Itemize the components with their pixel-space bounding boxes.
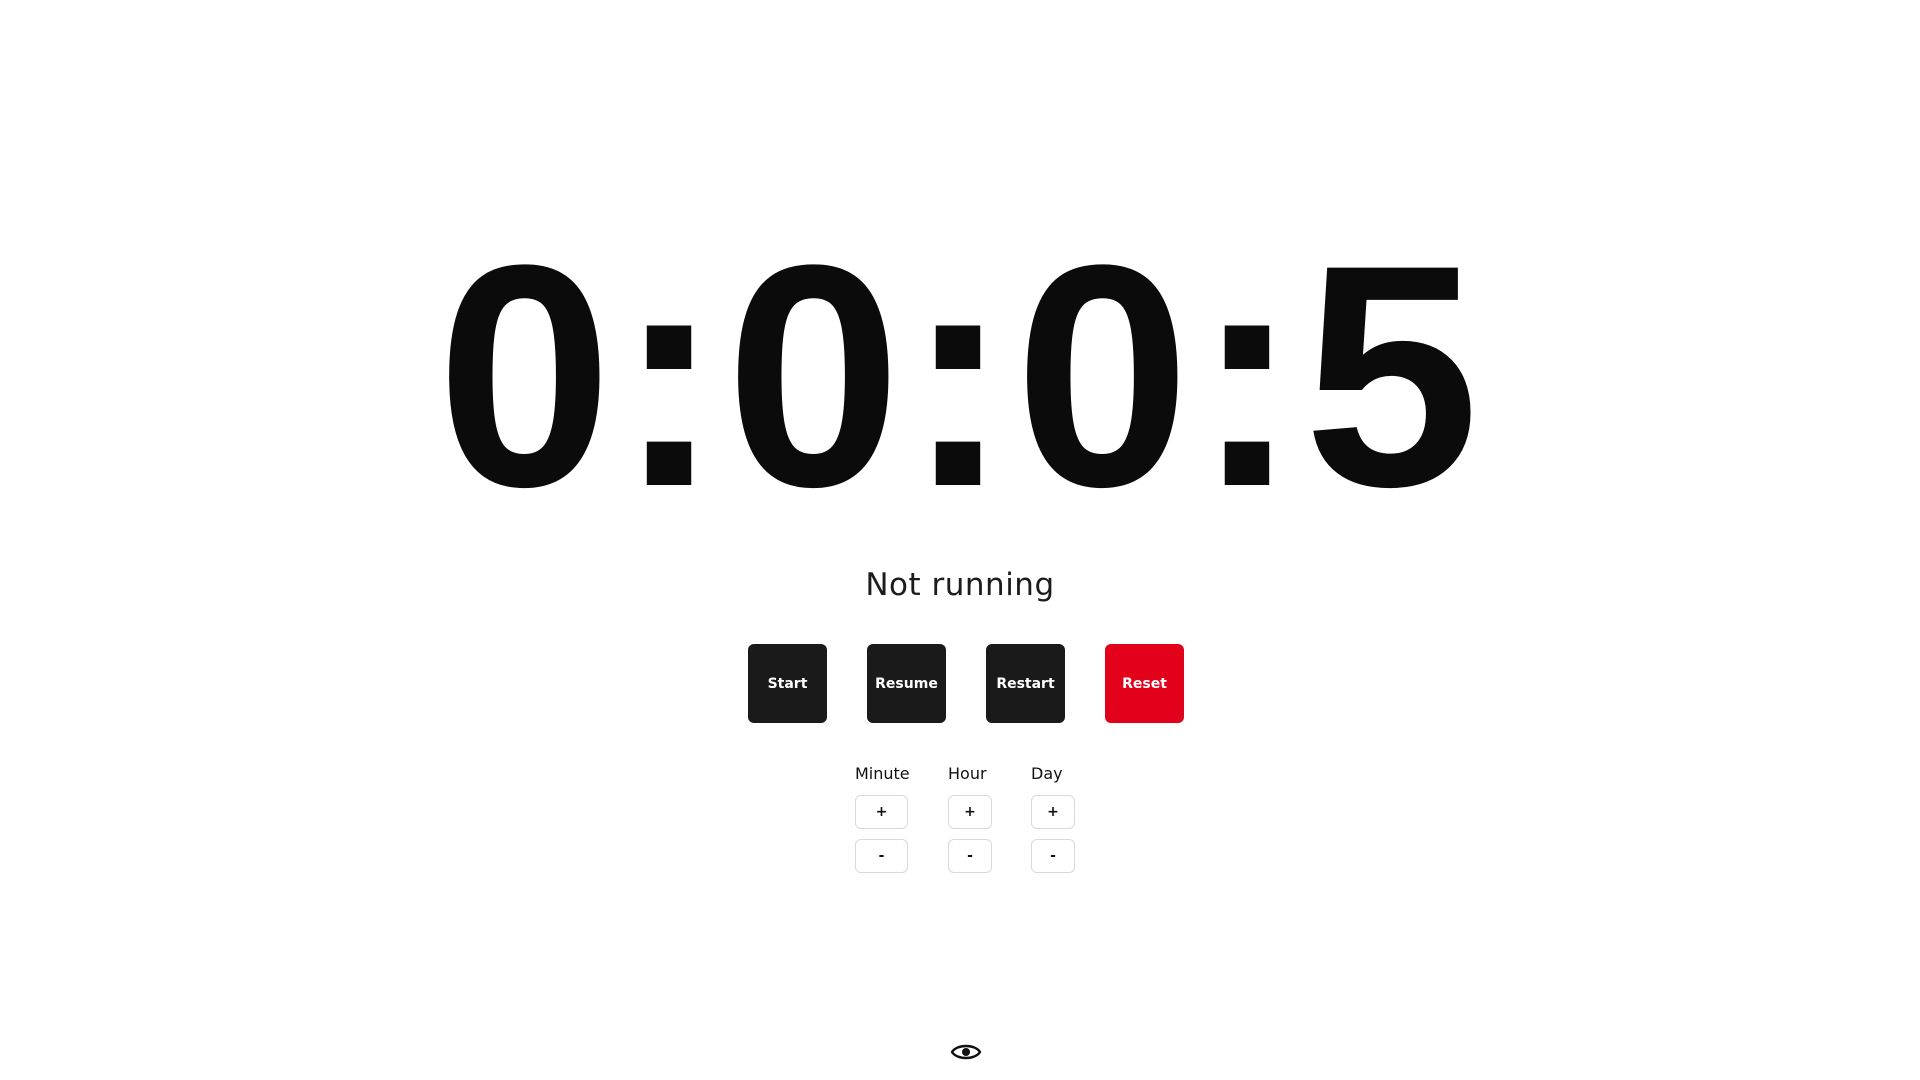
day-adjuster: Day + - (1031, 762, 1075, 883)
minute-decrement-button[interactable]: - (855, 839, 908, 873)
control-buttons: Start Resume Restart Reset (748, 644, 1184, 723)
minute-increment-button[interactable]: + (855, 795, 908, 829)
resume-button[interactable]: Resume (867, 644, 946, 723)
reset-button[interactable]: Reset (1105, 644, 1184, 723)
hour-adjuster: Hour + - (948, 762, 992, 883)
eye-icon[interactable] (950, 1040, 982, 1064)
hour-decrement-button[interactable]: - (948, 839, 992, 873)
day-label: Day (1031, 764, 1063, 783)
timer-page: 0:0:0:5 Not running Start Resume Restart… (0, 0, 1920, 1080)
start-button[interactable]: Start (748, 644, 827, 723)
hour-label: Hour (948, 764, 987, 783)
status-text: Not running (865, 567, 1055, 603)
day-decrement-button[interactable]: - (1031, 839, 1075, 873)
minute-adjuster: Minute + - (855, 762, 910, 883)
day-increment-button[interactable]: + (1031, 795, 1075, 829)
restart-button[interactable]: Restart (986, 644, 1065, 723)
minute-label: Minute (855, 764, 910, 783)
hour-increment-button[interactable]: + (948, 795, 992, 829)
countdown-display: 0:0:0:5 (436, 199, 1484, 552)
